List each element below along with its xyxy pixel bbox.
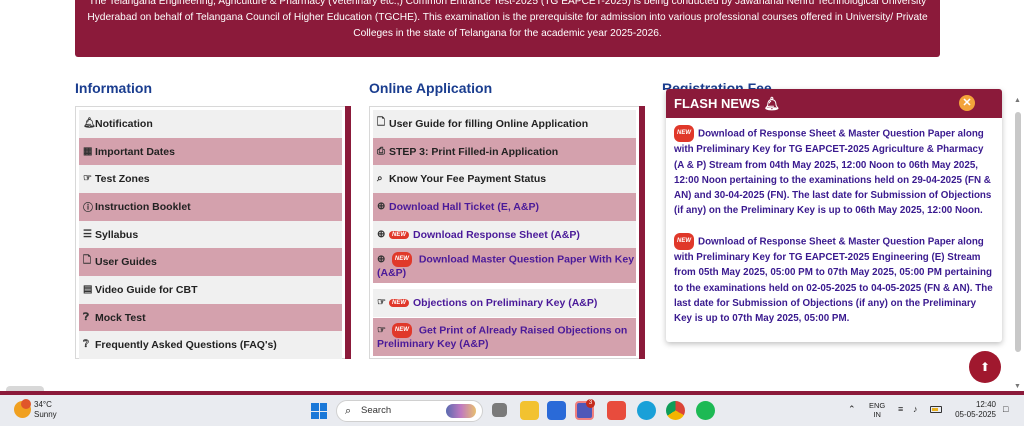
app-item-hall-ticket[interactable]: ⊕ Download Hall Ticket (E, A&P) — [373, 193, 636, 221]
info-item-test-zones[interactable]: ☞ Test Zones — [79, 165, 342, 193]
info-item-notification[interactable]: 🔔︎ Notification — [79, 110, 342, 138]
hand-pointer-icon: ☞ — [377, 325, 386, 337]
info-item-important-dates[interactable]: ▦ Important Dates — [79, 138, 342, 166]
search-icon: ⌕ — [345, 405, 352, 417]
question-circle-icon: ❓︎ — [83, 312, 90, 324]
app-item-print-application[interactable]: ⎙ STEP 3: Print Filled-in Application — [373, 138, 636, 166]
new-badge: NEW — [674, 232, 694, 251]
notification-bell-icon[interactable]: □ — [1003, 404, 1008, 414]
calendar-icon: ▦ — [83, 146, 93, 158]
hand-pointer-icon: ☞ — [377, 297, 386, 309]
microsoft-store-icon[interactable] — [607, 401, 626, 420]
file-explorer-icon[interactable] — [520, 401, 539, 420]
hand-pointer-icon: ☞ — [83, 173, 92, 185]
back-to-top-button[interactable]: ⬆︎ — [969, 351, 1001, 383]
information-title: Information — [75, 80, 152, 96]
file-icon: 🗋 — [83, 255, 92, 267]
windows-taskbar: 34°C Sunny ⌕ Search 3 ⌃ ENG IN ≡ ♪ 12:40… — [0, 395, 1024, 426]
app-item-objections[interactable]: ☞ NEW Objections on Preliminary Key (A&P… — [373, 289, 636, 317]
flash-news-body: NEW Download of Response Sheet & Master Q… — [674, 125, 996, 341]
new-badge: NEW — [391, 251, 412, 267]
arrow-circle-icon: ⊕ — [377, 229, 386, 241]
battery-icon[interactable] — [930, 406, 942, 413]
intro-banner: The Telangana Engineering, Agriculture &… — [75, 0, 940, 57]
flash-news-title: FLASH NEWS — [674, 96, 760, 111]
app-item-raised-objections[interactable]: ☞ NEW Get Print of Already Raised Object… — [373, 318, 636, 356]
arrow-circle-icon: ⊕ — [377, 201, 386, 213]
file-icon: 🗋 — [377, 117, 386, 129]
question-circle-outline-icon: ❔︎ — [83, 339, 90, 351]
taskbar-search[interactable]: ⌕ Search — [336, 400, 483, 422]
windows-start-icon[interactable] — [311, 403, 327, 419]
volume-icon[interactable]: ♪ — [913, 404, 918, 414]
chevron-up-icon[interactable]: ⌃ — [848, 404, 856, 415]
edge-icon[interactable] — [637, 401, 656, 420]
list-icon: ☰ — [83, 229, 92, 241]
flash-news-header: FLASH NEWS 🔔︎ — [666, 89, 1002, 118]
wifi-icon[interactable]: ≡ — [898, 404, 903, 414]
new-badge: NEW — [391, 323, 412, 338]
banner-line-3: Colleges in the state of Telangana for t… — [353, 28, 662, 39]
info-item-faq[interactable]: ❔︎ Frequently Asked Questions (FAQ's) — [79, 331, 342, 359]
banner-line-2: Hyderabad on behalf of Telangana Council… — [87, 12, 928, 23]
online-application-scrollbar[interactable] — [639, 106, 645, 359]
info-circle-icon: ⓘ — [83, 203, 93, 215]
info-item-video-guide[interactable]: ▤ Video Guide for CBT — [79, 276, 342, 304]
weather-widget[interactable]: 34°C Sunny — [34, 400, 57, 420]
app-item-master-question-paper[interactable]: ⊕ NEW Download Master Question Paper Wit… — [373, 248, 636, 283]
chrome-icon[interactable] — [666, 401, 685, 420]
search-highlight-icon — [446, 404, 476, 418]
app-item-user-guide[interactable]: 🗋 User Guide for filling Online Applicat… — [373, 110, 636, 138]
app-item-fee-status[interactable]: ⌕ Know Your Fee Payment Status — [373, 165, 636, 193]
scroll-up-arrow-icon[interactable]: ▲ — [1014, 97, 1021, 104]
banner-line-1: The Telangana Engineering, Agriculture &… — [88, 0, 927, 7]
store-app-icon[interactable] — [547, 401, 566, 420]
scroll-down-arrow-icon[interactable]: ▼ — [1014, 383, 1021, 390]
bell-icon: 🔔︎ — [763, 96, 781, 111]
page-scrollbar-thumb[interactable] — [1015, 112, 1021, 352]
flash-news-item[interactable]: NEW Download of Response Sheet & Master Q… — [674, 125, 996, 219]
task-view-icon[interactable] — [492, 403, 507, 417]
new-badge: NEW — [389, 230, 409, 239]
bell-icon: 🔔︎ — [83, 118, 96, 130]
info-item-mock-test[interactable]: ❓︎ Mock Test — [79, 304, 342, 332]
book-icon: ▤ — [83, 284, 93, 296]
info-item-instruction-booklet[interactable]: ⓘ Instruction Booklet — [79, 193, 342, 221]
info-item-user-guides[interactable]: 🗋 User Guides — [79, 248, 342, 276]
weather-sun-icon[interactable] — [14, 399, 31, 418]
flash-news-panel: FLASH NEWS 🔔︎ ✕ NEW Download of Response … — [666, 89, 1002, 342]
new-badge: NEW — [389, 298, 409, 307]
close-icon[interactable]: ✕ — [959, 95, 975, 111]
arrow-up-icon: ⬆︎ — [979, 360, 991, 374]
teams-badge: 3 — [586, 399, 595, 408]
spotify-icon[interactable] — [696, 401, 715, 420]
print-icon: ⎙ — [377, 146, 385, 158]
teams-icon[interactable]: 3 — [575, 399, 595, 420]
system-clock[interactable]: 12:40 05-05-2025 — [954, 400, 996, 420]
search-icon: ⌕ — [377, 173, 383, 185]
app-item-response-sheet[interactable]: ⊕ NEW Download Response Sheet (A&P) — [373, 221, 636, 249]
language-indicator[interactable]: ENG IN — [869, 401, 885, 419]
information-scrollbar[interactable] — [345, 106, 351, 359]
flash-news-item[interactable]: NEW Download of Response Sheet & Master Q… — [674, 232, 996, 327]
info-item-syllabus[interactable]: ☰ Syllabus — [79, 221, 342, 249]
arrow-circle-icon: ⊕ — [377, 253, 386, 265]
online-application-title: Online Application — [369, 80, 493, 96]
new-badge: NEW — [674, 125, 694, 143]
